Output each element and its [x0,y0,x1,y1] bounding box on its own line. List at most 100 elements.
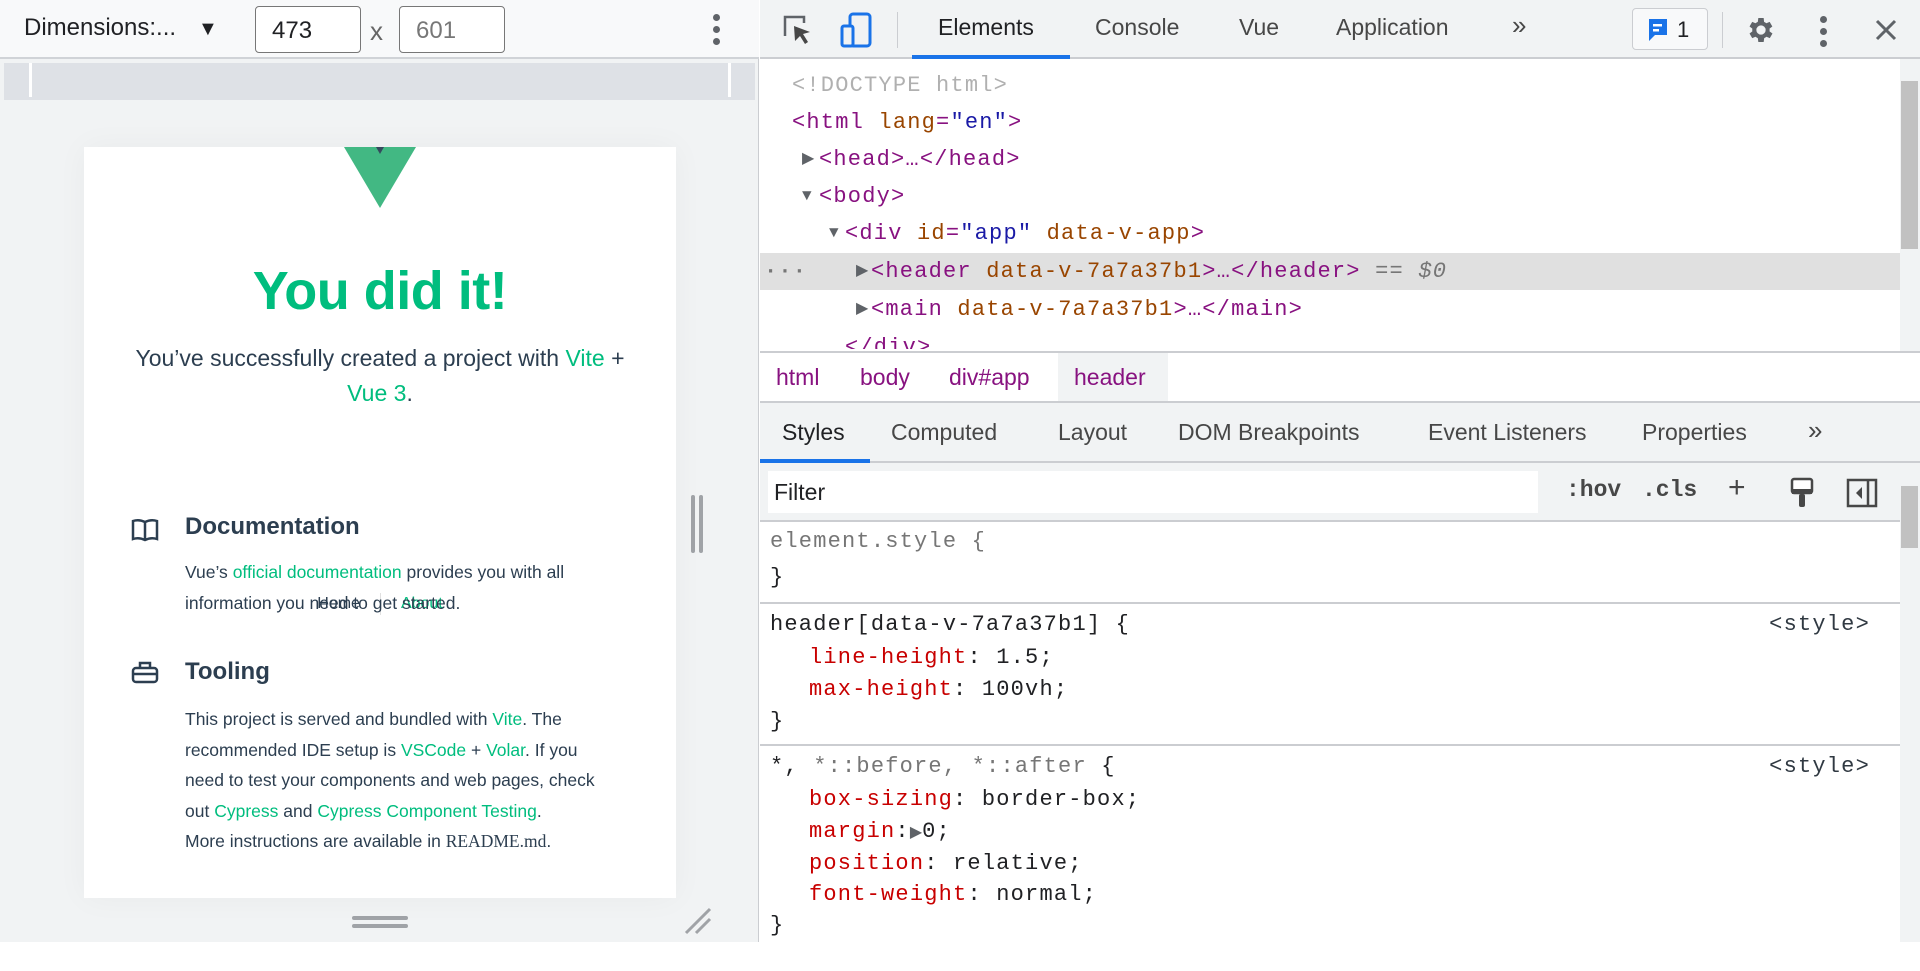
dom-node-html[interactable]: <html lang="en"> [760,104,1900,141]
viewport-right-resizer[interactable] [676,147,716,898]
media-query-bar[interactable] [4,63,755,100]
selector[interactable]: *, *::before, *::after { [770,751,1116,782]
breadcrumb-html[interactable]: html [776,353,819,401]
declaration[interactable]: max-height: 100vh; [809,674,1068,705]
dom-tree: <!DOCTYPE html> <html lang="en"> ▶ <head>… [760,67,1900,349]
tab-properties[interactable]: Properties [1642,419,1747,446]
selector[interactable]: element.style { [770,526,986,557]
issues-button[interactable]: 1 [1632,8,1708,50]
corner-resize-icon[interactable] [682,905,712,935]
breadcrumb-div-app[interactable]: div#app [949,353,1030,401]
dom-node-doctype[interactable]: <!DOCTYPE html> [760,67,1900,104]
styles-scroll-thumb[interactable] [1901,486,1918,548]
resize-handle-icon[interactable] [691,495,695,553]
more-options-icon[interactable] [713,14,721,45]
resize-handle-icon[interactable] [699,495,703,553]
resize-handle-icon[interactable] [352,924,408,928]
close-icon[interactable] [1874,18,1898,42]
property-value: 0; [922,819,951,844]
tag: <body> [819,184,906,209]
tab-layout[interactable]: Layout [1058,419,1127,446]
tab-styles[interactable]: Styles [782,419,845,446]
expand-triangle-icon[interactable]: ▶ [802,141,814,178]
styles-rules: element.style { } header[data-v-7a7a37b1… [760,524,1900,942]
dom-node-main[interactable]: ▶ <main data-v-7a7a37b1>…</main> [760,291,1900,328]
dom-node-div-close[interactable]: </div> [760,329,1900,349]
expand-triangle-icon[interactable]: ▶ [856,253,868,290]
expand-triangle-icon[interactable]: ▶ [856,291,868,328]
vue3-link[interactable]: Vue 3 [347,380,406,406]
tab-dom-breakpoints[interactable]: DOM Breakpoints [1178,419,1360,446]
times-sign: x [370,16,383,46]
width-input[interactable]: 473 [255,6,361,53]
documentation-heading: Documentation [185,513,360,540]
device-emulation-pane: Dimensions:... ▼ 473 x 601 You did it! Y… [0,0,759,942]
volar-link[interactable]: Volar [486,740,525,760]
style-source-link[interactable]: <style> [1769,609,1870,640]
dropdown-arrow-icon[interactable]: ▼ [198,18,218,41]
node-actions-icon[interactable]: ··· [764,253,807,290]
attr-value: "app" [960,221,1033,246]
property-name: box-sizing [809,787,954,812]
declaration[interactable]: margin:▶0; [809,816,951,847]
tag: > [1008,110,1023,135]
tab-event-listeners[interactable]: Event Listeners [1428,419,1587,446]
tab-application[interactable]: Application [1336,14,1449,41]
divider [1722,12,1723,48]
more-tabs-icon[interactable]: » [1512,10,1526,41]
tag: > [1190,221,1206,246]
declaration[interactable]: line-height: 1.5; [809,642,1054,673]
tab-vue[interactable]: Vue [1239,14,1279,41]
documentation-text: Vue’s official documentation provides yo… [185,557,645,618]
styles-filter-input[interactable] [768,471,1538,513]
attr-name: id [917,221,946,246]
declaration[interactable]: box-sizing: border-box; [809,784,1140,815]
breadcrumb-header[interactable]: header [1058,353,1168,401]
declaration[interactable]: font-weight: normal; [809,879,1097,910]
property-name: line-height [809,645,968,670]
official-docs-link[interactable]: official documentation [233,562,402,582]
expand-shorthand-icon[interactable]: ▶ [910,824,922,842]
style-source-link[interactable]: <style> [1769,751,1870,782]
new-style-rule-button[interactable]: + [1728,471,1746,505]
dom-node-head[interactable]: ▶ <head>…</head> [760,141,1900,178]
attr-value: "en" [950,110,1009,135]
hov-toggle[interactable]: :hov [1566,477,1621,503]
breadcrumb: html body div#app header [760,351,1920,403]
vite-link[interactable]: Vite [565,345,604,371]
cypress-link[interactable]: Cypress [214,801,278,821]
property-name: max-height [809,677,954,702]
rule-universal: *, *::before, *::after { <style> box-siz… [760,746,1900,942]
collapse-triangle-icon[interactable]: ▼ [802,178,812,215]
paintbrush-icon[interactable] [1790,477,1814,509]
cypress-component-testing-link[interactable]: Cypress Component Testing [317,801,537,821]
more-tabs-icon[interactable]: » [1808,415,1822,446]
settings-gear-icon[interactable] [1745,14,1777,46]
tab-console[interactable]: Console [1095,14,1179,41]
resize-handle-icon[interactable] [352,916,408,920]
tab-elements[interactable]: Elements [938,14,1034,41]
viewport-bottom-resizer[interactable] [84,898,716,942]
dom-tree-scroll-thumb[interactable] [1901,81,1918,249]
vscode-link[interactable]: VSCode [401,740,466,760]
dom-node-body[interactable]: ▼ <body> [760,178,1900,215]
toggle-sidebar-icon[interactable] [1846,478,1878,508]
collapse-triangle-icon[interactable]: ▼ [829,215,839,252]
subtitle-text: You’ve successfully created a project wi… [135,345,566,371]
dom-node-div-app[interactable]: ▼ <div id="app" data-v-app> [760,215,1900,252]
property-value: relative; [953,851,1083,876]
devtools-menu-icon[interactable] [1820,16,1828,47]
height-input[interactable]: 601 [399,6,505,53]
vite-link[interactable]: Vite [492,709,522,729]
device-toggle-icon[interactable] [840,12,874,48]
dimensions-dropdown[interactable]: Dimensions:... [24,14,176,42]
cls-toggle[interactable]: .cls [1642,477,1697,503]
tab-computed[interactable]: Computed [891,419,997,446]
selector[interactable]: header[data-v-7a7a37b1] { [770,609,1130,640]
tag: >…</main> [1173,297,1304,322]
inspect-element-icon[interactable] [782,14,812,46]
breadcrumb-body[interactable]: body [860,353,910,401]
declaration[interactable]: position: relative; [809,848,1083,879]
text: This project is served and bundled with [185,709,493,729]
dom-node-header-selected[interactable]: ··· ▶ <header data-v-7a7a37b1>…</header> =… [760,253,1900,290]
